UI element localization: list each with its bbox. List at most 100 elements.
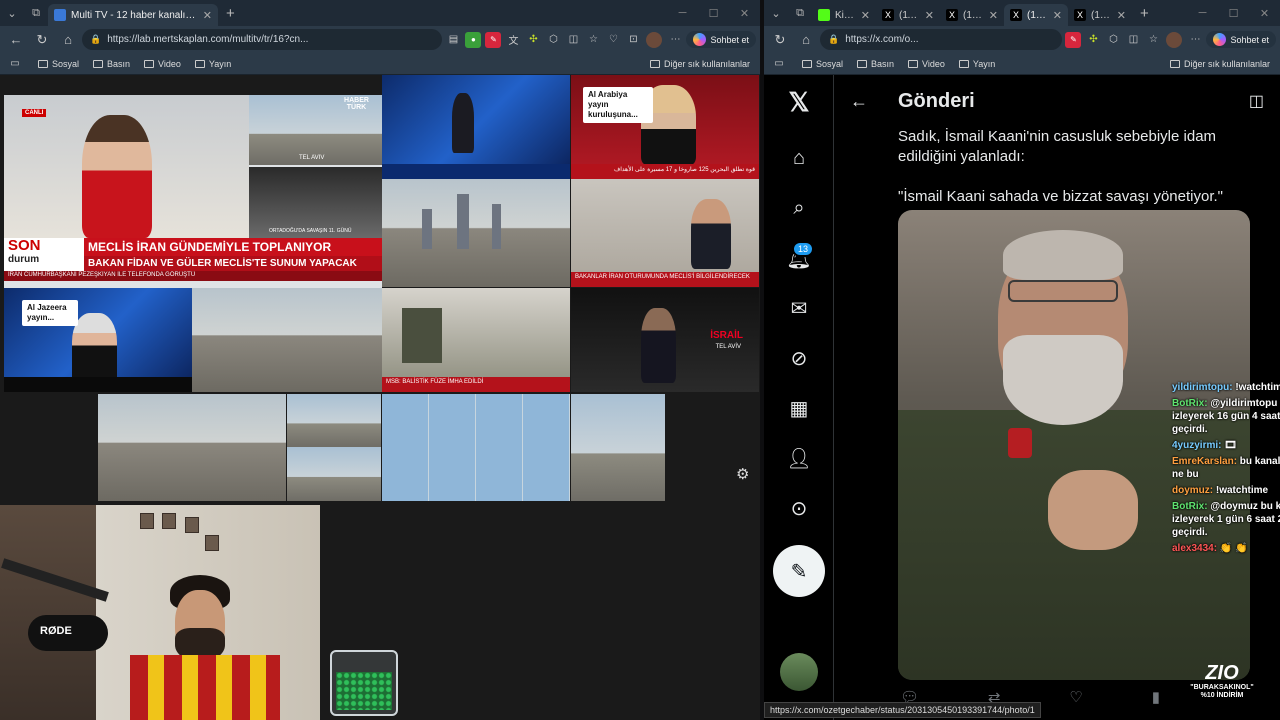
other-bookmarks[interactable]: Diğer sık kullanılanlar — [649, 59, 750, 69]
extension-yellow-icon[interactable]: ✣ — [1085, 32, 1101, 48]
close-tab-icon[interactable]: ✕ — [203, 9, 212, 22]
chat-username[interactable]: BotRix: — [1172, 398, 1208, 409]
favorites-icon[interactable]: ☆ — [585, 32, 601, 48]
tv-missile-channel[interactable]: MSB: BALİSTİK FÜZE İMHA EDİLDİ — [382, 288, 570, 392]
workspaces-icon[interactable]: ⧉ — [24, 0, 48, 26]
tab-x-3[interactable]: X (13) X ✕ — [1004, 4, 1068, 26]
sidebar-icon[interactable]: ▭ — [771, 56, 787, 72]
chat-username[interactable]: doymuz: — [1172, 485, 1213, 496]
tab-actions-icon[interactable]: ⌄ — [764, 0, 788, 26]
tv-city-aerial-channel[interactable] — [192, 288, 382, 392]
copilot-button[interactable]: Sohbet et — [1206, 31, 1276, 48]
split-screen-icon[interactable]: ◫ — [1125, 32, 1141, 48]
lists-icon[interactable]: ▦ — [786, 395, 812, 421]
extension-red-icon[interactable]: ✎ — [485, 31, 502, 48]
account-avatar[interactable] — [780, 653, 818, 691]
tab-x-1[interactable]: X (11) Bu ✕ — [876, 4, 940, 26]
back-arrow-icon[interactable]: ← — [850, 91, 868, 112]
maximize-icon[interactable]: ☐ — [698, 0, 729, 26]
profile-avatar[interactable] — [646, 31, 663, 48]
tv-al-arabiya-channel[interactable]: Al Arabiya yayın kuruluşuna... قوة تطلق … — [571, 75, 759, 179]
tv-al-jazeera-channel[interactable]: Al Jazeera yayın... — [4, 288, 192, 392]
close-window-icon[interactable]: ✕ — [729, 0, 760, 26]
url-field[interactable]: 🔒 https://lab.mertskaplan.com/multitv/tr… — [82, 29, 443, 50]
new-tab-button[interactable]: + — [218, 5, 243, 22]
grok-icon[interactable]: ⊘ — [786, 345, 812, 371]
split-screen-icon[interactable]: ◫ — [565, 32, 581, 48]
close-window-icon[interactable]: ✕ — [1249, 0, 1280, 26]
new-tab-button[interactable]: + — [1132, 5, 1157, 22]
refresh-icon[interactable]: ↻ — [768, 29, 792, 51]
extensions-icon[interactable]: ⬡ — [1105, 32, 1121, 48]
close-tab-icon[interactable]: ✕ — [1053, 9, 1062, 22]
x-logo-icon[interactable]: 𝕏 — [786, 87, 812, 117]
chat-username[interactable]: yildirimtopu: — [1172, 382, 1233, 393]
extensions-icon[interactable]: ⬡ — [545, 32, 561, 48]
minimize-icon[interactable]: ─ — [1187, 0, 1218, 26]
extension-yellow-icon[interactable]: ✣ — [525, 32, 541, 48]
back-icon[interactable]: ← — [4, 29, 28, 51]
reader-mode-icon[interactable]: ◫ — [1249, 91, 1264, 111]
tv-cam-1[interactable] — [287, 394, 381, 447]
chat-username[interactable]: BotRix: — [1172, 501, 1208, 512]
bookmark-sosyal[interactable]: Sosyal — [802, 59, 843, 69]
favorites-icon[interactable]: ☆ — [1145, 32, 1161, 48]
chat-username[interactable]: alex3434: — [1172, 543, 1217, 554]
extension-green-icon[interactable]: ● — [465, 31, 482, 48]
minimize-icon[interactable]: ─ — [667, 0, 698, 26]
tv-reporter-channel[interactable]: BAKANLAR İRAN OTURUMUNDA MECLİS'İ BİLGİL… — [571, 179, 759, 287]
url-field[interactable]: 🔒 https://x.com/o... — [820, 29, 1063, 50]
compose-post-button[interactable]: ✎ — [773, 545, 825, 597]
like-heart-icon[interactable]: ♡ — [1069, 688, 1082, 706]
bookmark-basin[interactable]: Basın — [857, 59, 894, 69]
more-circle-icon[interactable]: ⊙ — [786, 495, 812, 521]
bookmark-basin[interactable]: Basın — [93, 59, 130, 69]
copilot-button[interactable]: Sohbet et — [686, 31, 756, 48]
tv-cams-mosaic[interactable] — [382, 394, 570, 501]
chat-username[interactable]: EmreKarslan: — [1172, 456, 1237, 467]
tv-cam-3[interactable] — [571, 394, 665, 501]
refresh-icon[interactable]: ↻ — [30, 29, 54, 51]
tv-studio-channel[interactable] — [382, 75, 570, 179]
home-icon[interactable]: ⌂ — [794, 29, 818, 51]
chat-username[interactable]: 4yuzyirmi: — [1172, 440, 1221, 451]
profile-icon[interactable]: 👤︎ — [786, 445, 812, 471]
tab-actions-icon[interactable]: ⌄ — [0, 0, 24, 26]
tab-multitv[interactable]: Multi TV - 12 haber kanalını aynı a ✕ — [48, 4, 218, 26]
tv-cam-2[interactable] — [287, 447, 381, 501]
tab-x-2[interactable]: X (13) X ✕ — [940, 4, 1004, 26]
close-tab-icon[interactable]: ✕ — [989, 9, 998, 22]
other-bookmarks[interactable]: Diğer sık kullanılanlar — [1169, 59, 1270, 69]
tv-main-channel[interactable]: CANLI HABER TÜRK TEL AVIV ORTADOĞU'DA SA… — [4, 95, 382, 288]
bookmark-sosyal[interactable]: Sosyal — [38, 59, 79, 69]
views-chart-icon[interactable]: ▮ — [1152, 688, 1160, 706]
profile-avatar[interactable] — [1166, 31, 1183, 48]
search-icon[interactable]: ⌕ — [786, 195, 812, 221]
tab-kick[interactable]: KickPe ✕ — [812, 4, 876, 26]
collections-icon[interactable]: ♡ — [605, 32, 621, 48]
reader-icon[interactable]: ▤ — [445, 32, 461, 48]
more-icon[interactable]: ⋯ — [1187, 32, 1203, 48]
bookmark-yayin[interactable]: Yayın — [958, 59, 995, 69]
workspaces-icon[interactable]: ⧉ — [788, 0, 812, 26]
extension-red-icon[interactable]: ✎ — [1065, 31, 1082, 48]
close-tab-icon[interactable]: ✕ — [925, 9, 934, 22]
home-icon[interactable]: ⌂ — [786, 145, 812, 171]
tv-skyline-channel[interactable] — [382, 179, 570, 287]
tv-israil-channel[interactable]: İSRAİL TEL AVİV — [571, 288, 759, 392]
tv-jerusalem-channel[interactable] — [98, 394, 286, 501]
translate-icon[interactable]: 文 — [505, 32, 521, 48]
close-tab-icon[interactable]: ✕ — [861, 9, 870, 22]
tab-x-4[interactable]: X (13) X ✕ — [1068, 4, 1132, 26]
messages-mail-icon[interactable]: ✉ — [786, 295, 812, 321]
screenshot-icon[interactable]: ⊡ — [625, 32, 641, 48]
settings-gear-icon[interactable]: ⚙ — [736, 465, 749, 483]
maximize-icon[interactable]: ☐ — [1218, 0, 1249, 26]
bookmark-yayin[interactable]: Yayın — [194, 59, 231, 69]
more-icon[interactable]: ⋯ — [667, 32, 683, 48]
sidebar-icon[interactable]: ▭ — [7, 56, 23, 72]
bookmark-video[interactable]: Video — [908, 59, 945, 69]
home-icon[interactable]: ⌂ — [56, 29, 80, 51]
close-tab-icon[interactable]: ✕ — [1117, 9, 1126, 22]
bookmark-video[interactable]: Video — [144, 59, 181, 69]
